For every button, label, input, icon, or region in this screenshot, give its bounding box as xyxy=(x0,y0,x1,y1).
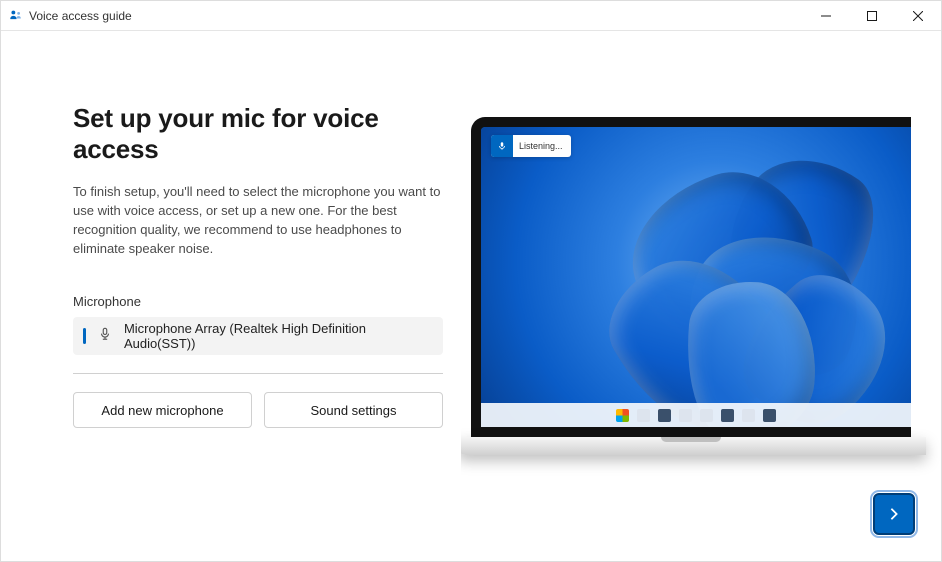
right-pane: Listening... xyxy=(461,31,941,561)
page-title: Set up your mic for voice access xyxy=(73,103,441,165)
app-icon xyxy=(9,9,23,23)
window-title: Voice access guide xyxy=(29,9,132,23)
explorer-icon xyxy=(700,409,713,422)
minimize-button[interactable] xyxy=(803,1,849,31)
divider xyxy=(73,373,443,374)
widgets-icon xyxy=(679,409,692,422)
left-pane: Set up your mic for voice access To fini… xyxy=(1,31,461,561)
wallpaper xyxy=(481,127,911,427)
app-icon-taskbar xyxy=(763,409,776,422)
window-controls xyxy=(803,1,941,31)
close-button[interactable] xyxy=(895,1,941,31)
taskview-icon xyxy=(658,409,671,422)
store-icon xyxy=(742,409,755,422)
listening-label: Listening... xyxy=(519,141,563,151)
sound-settings-button[interactable]: Sound settings xyxy=(264,392,443,428)
maximize-button[interactable] xyxy=(849,1,895,31)
chevron-right-icon xyxy=(887,507,901,521)
listening-mic-icon xyxy=(491,135,513,157)
search-icon xyxy=(637,409,650,422)
content-area: Set up your mic for voice access To fini… xyxy=(1,31,941,561)
mic-active-indicator xyxy=(83,328,86,344)
taskbar xyxy=(481,403,911,427)
button-row: Add new microphone Sound settings xyxy=(73,392,443,428)
page-description: To finish setup, you'll need to select t… xyxy=(73,183,441,258)
add-new-microphone-button[interactable]: Add new microphone xyxy=(73,392,252,428)
next-button[interactable] xyxy=(873,493,915,535)
microphone-icon xyxy=(98,327,112,346)
titlebar: Voice access guide xyxy=(1,1,941,31)
laptop-illustration: Listening... xyxy=(471,117,941,477)
app-window: Voice access guide Set up your mic for v… xyxy=(0,0,942,562)
edge-icon xyxy=(721,409,734,422)
mic-field-label: Microphone xyxy=(73,294,441,309)
selected-microphone-name: Microphone Array (Realtek High Definitio… xyxy=(124,321,433,351)
laptop-screen: Listening... xyxy=(471,117,911,437)
voice-access-listening-pill: Listening... xyxy=(491,135,571,157)
laptop-base xyxy=(461,437,926,455)
microphone-selector[interactable]: Microphone Array (Realtek High Definitio… xyxy=(73,317,443,355)
titlebar-left: Voice access guide xyxy=(9,9,132,23)
start-icon xyxy=(616,409,629,422)
